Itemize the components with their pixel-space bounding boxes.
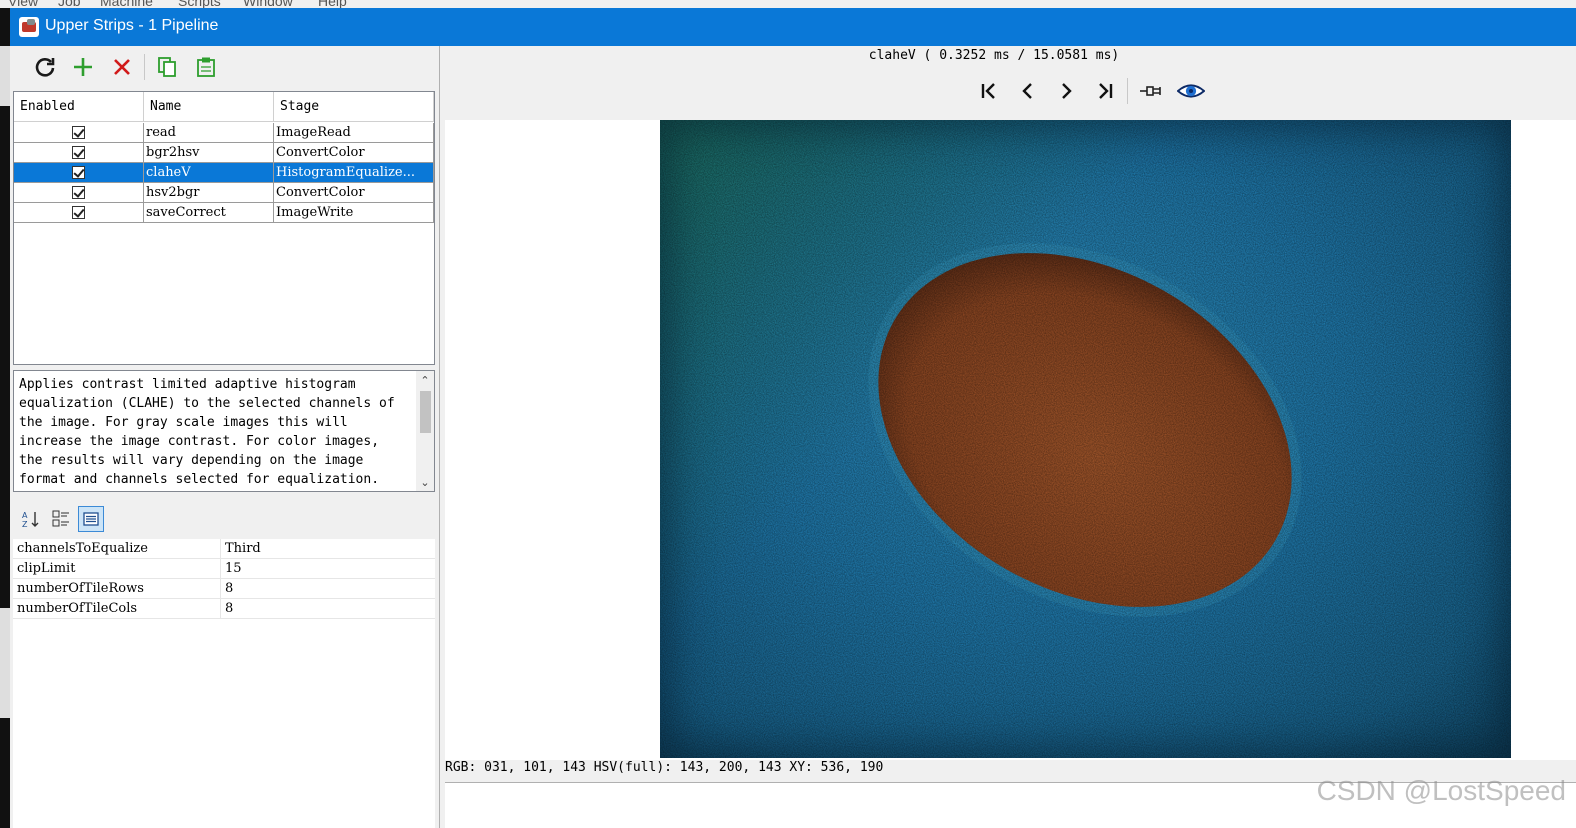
first-stage-button[interactable] (975, 77, 1003, 105)
svg-text:Z: Z (22, 520, 28, 529)
property-pages-button[interactable] (78, 506, 104, 532)
background-window-edge (0, 8, 10, 828)
stage-name: hsv2bgr (144, 183, 274, 202)
menu-scripts[interactable]: Scripts (178, 0, 221, 8)
nav-separator (1127, 78, 1128, 104)
scroll-up-icon[interactable]: ⌃ (416, 371, 434, 389)
app-icon (19, 17, 39, 37)
property-row[interactable]: channelsToEqualize Third (13, 539, 435, 559)
table-row[interactable]: saveCorrect ImageWrite (14, 203, 434, 223)
delete-icon (114, 59, 130, 75)
menu-window[interactable]: Window (243, 0, 293, 8)
table-row[interactable]: hsv2bgr ConvertColor (14, 183, 434, 203)
stage-type: HistogramEqualize... (274, 163, 434, 182)
previous-stage-button[interactable] (1014, 77, 1042, 105)
enabled-checkbox[interactable] (14, 163, 144, 182)
window-title-bar[interactable]: Upper Strips - 1 Pipeline (10, 8, 1576, 46)
property-grid: channelsToEqualize Third clipLimit 15 nu… (13, 539, 435, 828)
add-stage-button[interactable] (68, 52, 98, 82)
property-value[interactable]: 15 (221, 559, 242, 578)
scroll-down-icon[interactable]: ⌄ (416, 473, 434, 491)
first-icon (981, 83, 995, 99)
property-key: numberOfTileRows (13, 579, 221, 598)
enabled-checkbox[interactable] (14, 123, 144, 142)
enabled-checkbox[interactable] (14, 143, 144, 162)
copy-icon (158, 57, 176, 77)
menu-job[interactable]: Job (58, 0, 81, 8)
stage-type: ConvertColor (274, 143, 434, 162)
pipeline-grid: Enabled Name Stage read ImageRead bgr2hs… (13, 91, 435, 365)
menu-machine[interactable]: Machine (100, 0, 153, 8)
viewer-navigation (961, 74, 1211, 108)
toolbar-separator (144, 54, 145, 80)
property-toolbar: AZ (10, 501, 439, 537)
window-title: Upper Strips - 1 Pipeline (45, 17, 219, 34)
scroll-thumb[interactable] (420, 391, 431, 433)
stage-timing: claheV ( 0.3252 ms / 15.0581 ms) (868, 48, 1120, 63)
description-scrollbar[interactable]: ⌃ ⌄ (416, 371, 434, 491)
property-value[interactable]: 8 (221, 579, 233, 598)
property-value[interactable]: Third (221, 539, 261, 558)
paste-button[interactable] (191, 52, 221, 82)
pin-icon (1140, 86, 1161, 96)
stage-description: Applies contrast limited adaptive histog… (13, 370, 435, 492)
property-key: numberOfTileCols (13, 599, 221, 618)
property-key: channelsToEqualize (13, 539, 221, 558)
paste-icon (197, 57, 215, 77)
next-icon (1062, 83, 1072, 99)
last-icon (1099, 83, 1113, 99)
delete-stage-button[interactable] (107, 52, 137, 82)
stage-type: ConvertColor (274, 183, 434, 202)
pipeline-panel: Enabled Name Stage read ImageRead bgr2hs… (10, 46, 439, 828)
property-row[interactable]: numberOfTileRows 8 (13, 579, 435, 599)
add-icon (74, 58, 92, 76)
stage-type: ImageRead (274, 123, 434, 142)
categorized-button[interactable] (48, 506, 74, 532)
table-row[interactable]: read ImageRead (14, 123, 434, 143)
menu-help[interactable]: Help (318, 0, 347, 8)
refresh-button[interactable] (30, 52, 60, 82)
table-row[interactable]: bgr2hsv ConvertColor (14, 143, 434, 163)
copy-button[interactable] (152, 52, 182, 82)
grid-header: Enabled Name Stage (14, 92, 434, 122)
description-text: Applies contrast limited adaptive histog… (19, 377, 395, 487)
property-pages-icon (83, 512, 99, 526)
background-menu-bar: View Job Machine Scripts Window Help (0, 0, 1576, 8)
property-value[interactable]: 8 (221, 599, 233, 618)
property-key: clipLimit (13, 559, 221, 578)
eye-icon (1177, 84, 1205, 98)
sort-alpha-icon: AZ (22, 511, 39, 529)
enabled-checkbox[interactable] (14, 183, 144, 202)
svg-text:A: A (22, 511, 28, 520)
stage-name: saveCorrect (144, 203, 274, 222)
stage-type: ImageWrite (274, 203, 434, 222)
pipeline-toolbar (10, 46, 439, 88)
property-row[interactable]: numberOfTileCols 8 (13, 599, 435, 619)
column-header-stage[interactable]: Stage (274, 92, 434, 122)
watermark: CSDN @LostSpeed (1316, 775, 1566, 806)
image-viewer-panel: claheV ( 0.3252 ms / 15.0581 ms) RGB: 03… (445, 46, 1576, 828)
stage-name: bgr2hsv (144, 143, 274, 162)
column-header-name[interactable]: Name (144, 92, 274, 122)
last-stage-button[interactable] (1091, 77, 1119, 105)
categorized-icon (52, 510, 69, 527)
stage-name: read (144, 123, 274, 142)
enabled-checkbox[interactable] (14, 203, 144, 222)
menu-view[interactable]: View (8, 0, 38, 8)
image-viewer[interactable] (445, 120, 1576, 760)
processed-image[interactable] (660, 120, 1511, 758)
previous-icon (1022, 83, 1032, 99)
pin-button[interactable] (1137, 77, 1165, 105)
table-row-selected[interactable]: claheV HistogramEqualize... (14, 163, 434, 183)
refresh-icon (35, 58, 55, 77)
property-row[interactable]: clipLimit 15 (13, 559, 435, 579)
stage-name: claheV (144, 163, 274, 182)
next-stage-button[interactable] (1052, 77, 1080, 105)
sort-alphabetical-button[interactable]: AZ (18, 506, 44, 532)
column-header-enabled[interactable]: Enabled (14, 92, 144, 122)
preview-toggle-button[interactable] (1177, 77, 1205, 105)
